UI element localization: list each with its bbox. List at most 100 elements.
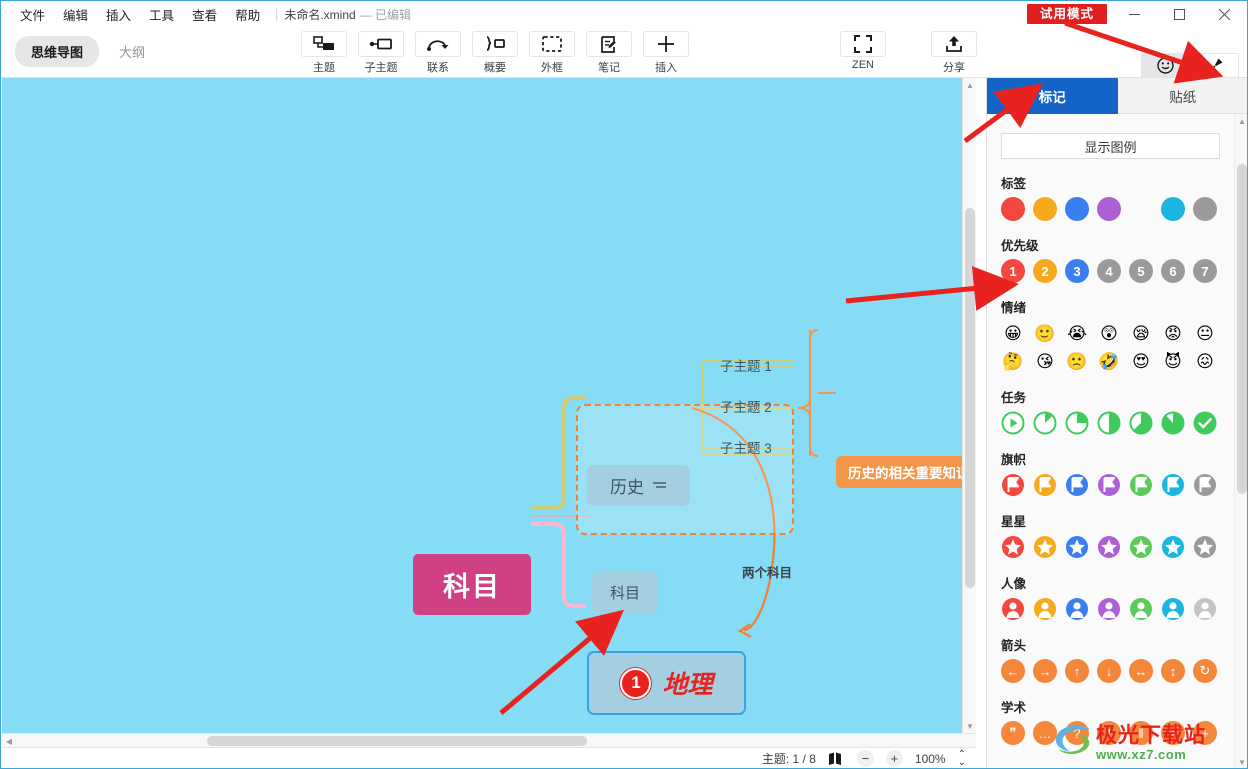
menu-insert[interactable]: 插入 (97, 2, 140, 27)
tab-stickers[interactable]: 贴纸 (1117, 78, 1247, 114)
toolbar-relationship-button[interactable]: 联系 (414, 31, 462, 75)
topic-node-kemu[interactable]: 科目 (592, 572, 658, 613)
flag-red-icon[interactable] (1001, 473, 1025, 497)
flag-blue-icon[interactable] (1065, 473, 1089, 497)
label-gray-icon[interactable] (1193, 197, 1217, 221)
smiley-angry-icon[interactable]: 😡 (1161, 321, 1185, 345)
star-orange-icon[interactable] (1033, 535, 1057, 559)
smiley-devil-icon[interactable]: 😈 (1161, 349, 1185, 373)
acad-plus-icon[interactable]: + (1193, 721, 1217, 745)
label-red-icon[interactable] (1001, 197, 1025, 221)
arrow-refresh-icon[interactable]: ↻ (1193, 659, 1217, 683)
acad-ellipsis-icon[interactable]: … (1033, 721, 1057, 745)
arrow-up-icon[interactable]: ↑ (1065, 659, 1089, 683)
acad-question-icon[interactable]: ? (1065, 721, 1089, 745)
canvas-vscroll-thumb[interactable] (965, 208, 975, 588)
task-half-icon[interactable] (1097, 411, 1121, 435)
show-legend-button[interactable]: 显示图例 (1001, 133, 1220, 159)
flag-gray-icon[interactable] (1193, 473, 1217, 497)
markers-scroll-thumb[interactable] (1237, 164, 1247, 494)
label-cyan-icon[interactable] (1161, 197, 1185, 221)
subtopic-node-3[interactable]: 子主题 3 (720, 434, 796, 460)
flag-green-icon[interactable] (1129, 473, 1153, 497)
markers-scroll-down-arrow[interactable]: ▼ (1235, 755, 1247, 768)
person-green-icon[interactable] (1129, 597, 1153, 621)
acad-quote-icon[interactable]: ❞ (1001, 721, 1025, 745)
topic-node-history[interactable]: 历史 (587, 465, 690, 506)
canvas-vertical-scrollbar[interactable]: ▲ ▼ (962, 78, 976, 733)
task-seven-eighth-icon[interactable] (1161, 411, 1185, 435)
mindmap-canvas[interactable]: 科目 历史 子主题 1 子主题 2 子主题 3 科目 1 地理 历史的相关重要知… (2, 78, 976, 733)
zoom-out-button[interactable]: − (856, 750, 874, 767)
zoom-stepper[interactable]: ⌃ ⌄ (958, 749, 966, 767)
acad-info-icon[interactable]: i (1161, 721, 1185, 745)
priority-1-icon[interactable]: 1 (1001, 259, 1025, 283)
menu-view[interactable]: 查看 (183, 2, 226, 27)
priority-7-icon[interactable]: 7 (1193, 259, 1217, 283)
smiley-surprise-icon[interactable]: 😲 (1097, 321, 1121, 345)
person-orange-icon[interactable] (1033, 597, 1057, 621)
star-cyan-icon[interactable] (1161, 535, 1185, 559)
label-blue-icon[interactable] (1065, 197, 1089, 221)
person-cyan-icon[interactable] (1161, 597, 1185, 621)
star-green-icon[interactable] (1129, 535, 1153, 559)
toolbar-boundary-button[interactable]: 外框 (528, 31, 576, 75)
summary-callout[interactable]: 历史的相关重要知识 (836, 456, 976, 488)
priority-4-icon[interactable]: 4 (1097, 259, 1121, 283)
smiley-rofl-icon[interactable]: 🤣 (1097, 349, 1121, 373)
toolbar-insert-button[interactable]: 插入 (642, 31, 690, 75)
toolbar-zen-button[interactable]: ZEN (839, 31, 887, 71)
canvas-scroll-down-arrow[interactable]: ▼ (963, 719, 976, 733)
toolbar-summary-button[interactable]: 概要 (471, 31, 519, 75)
star-gray-icon[interactable] (1193, 535, 1217, 559)
priority-3-icon[interactable]: 3 (1065, 259, 1089, 283)
smiley-kiss-icon[interactable]: 😘 (1033, 349, 1057, 373)
canvas-scroll-left-arrow[interactable]: ◀ (2, 734, 16, 748)
toolbar-topic-button[interactable]: 主题 (300, 31, 348, 75)
smiley-thinking-icon[interactable]: 🤔 (1001, 349, 1025, 373)
flag-cyan-icon[interactable] (1161, 473, 1185, 497)
smiley-cry-icon[interactable]: 😭 (1065, 321, 1089, 345)
tab-markers[interactable]: 标记 (987, 78, 1118, 114)
canvas-horizontal-scrollbar[interactable]: ◀ (2, 733, 976, 747)
smiley-smile-icon[interactable]: 🙂 (1033, 321, 1057, 345)
label-purple-icon[interactable] (1097, 197, 1121, 221)
star-red-icon[interactable] (1001, 535, 1025, 559)
toolbar-share-button[interactable]: 分享 (930, 31, 978, 75)
person-blue-icon[interactable] (1065, 597, 1089, 621)
arrow-left-icon[interactable]: ← (1001, 659, 1025, 683)
arrow-right-icon[interactable]: → (1033, 659, 1057, 683)
toolbar-note-button[interactable]: 笔记 (585, 31, 633, 75)
maximize-button[interactable] (1157, 1, 1202, 27)
arrow-down-icon[interactable]: ↓ (1097, 659, 1121, 683)
priority-6-icon[interactable]: 6 (1161, 259, 1185, 283)
star-purple-icon[interactable] (1097, 535, 1121, 559)
canvas-scroll-up-arrow[interactable]: ▲ (963, 78, 976, 92)
root-topic-node[interactable]: 科目 (413, 554, 531, 615)
star-blue-icon[interactable] (1065, 535, 1089, 559)
relationship-label[interactable]: 两个科目 (742, 562, 792, 581)
menu-tools[interactable]: 工具 (140, 2, 183, 27)
task-quarter-icon[interactable] (1065, 411, 1089, 435)
topic-node-geography[interactable]: 1 地理 (587, 651, 746, 715)
smiley-sleepy-icon[interactable]: 😪 (1129, 321, 1153, 345)
canvas-hscroll-thumb[interactable] (207, 736, 587, 746)
smiley-laugh-icon[interactable]: 😀 (1001, 321, 1025, 345)
smiley-love-icon[interactable]: 😍 (1129, 349, 1153, 373)
task-one-eighth-icon[interactable] (1033, 411, 1057, 435)
subtopic-node-1[interactable]: 子主题 1 (720, 352, 796, 378)
person-gray-icon[interactable] (1193, 597, 1217, 621)
menu-edit[interactable]: 编辑 (54, 2, 97, 27)
person-red-icon[interactable] (1001, 597, 1025, 621)
label-green-icon[interactable] (1129, 197, 1153, 221)
tab-outline[interactable]: 大纲 (103, 36, 161, 67)
acad-pause-icon[interactable]: ‖ (1129, 721, 1153, 745)
smiley-sad-icon[interactable]: 🙁 (1065, 349, 1089, 373)
task-five-eighth-icon[interactable] (1129, 411, 1153, 435)
smiley-neutral-icon[interactable]: 😐 (1193, 321, 1217, 345)
acad-exclamation-icon[interactable]: ! (1097, 721, 1121, 745)
flag-orange-icon[interactable] (1033, 473, 1057, 497)
person-purple-icon[interactable] (1097, 597, 1121, 621)
close-button[interactable] (1202, 1, 1247, 27)
tab-mindmap[interactable]: 思维导图 (15, 36, 100, 67)
